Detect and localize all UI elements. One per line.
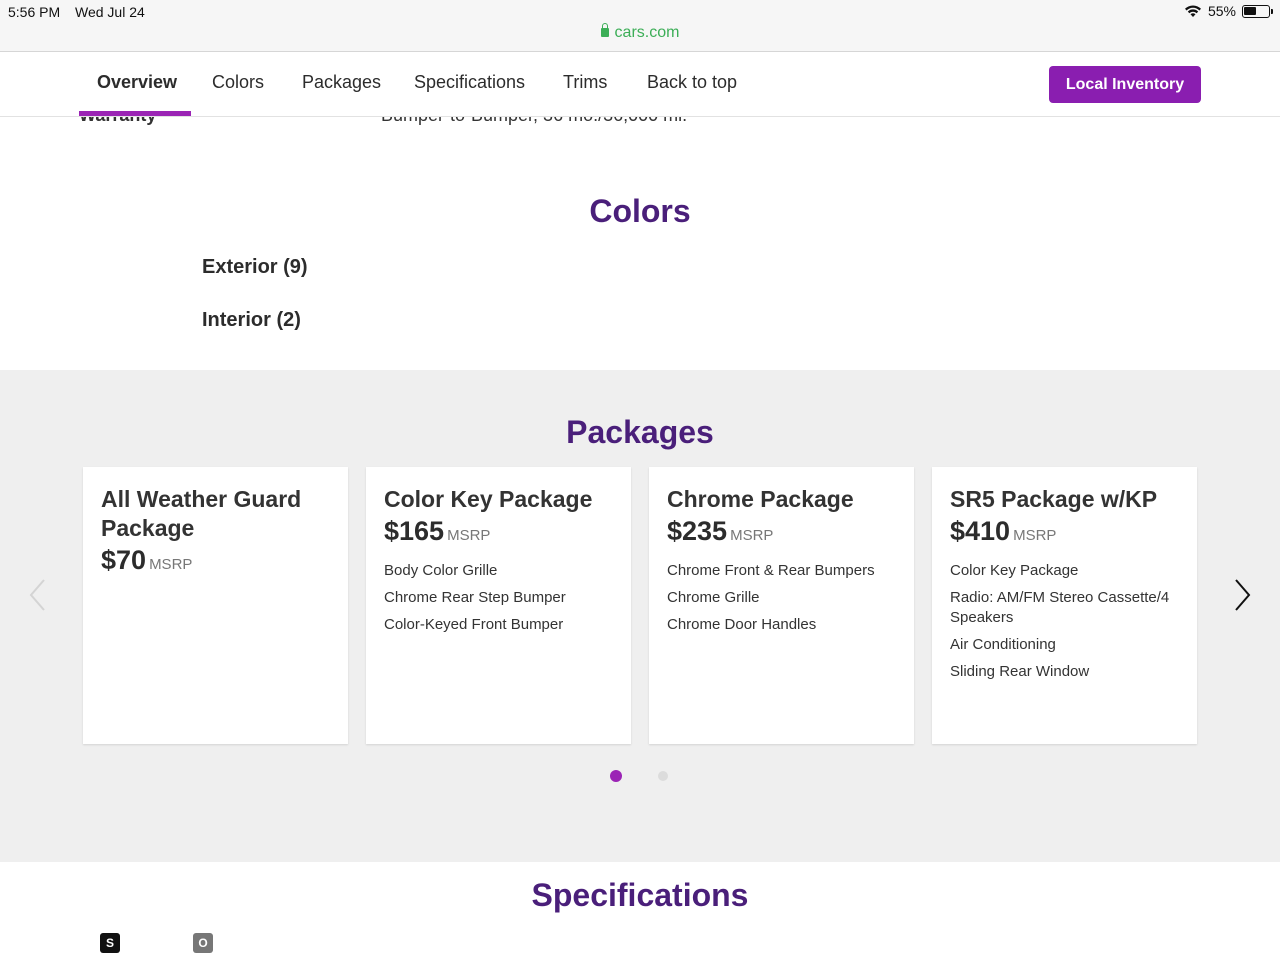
address-bar[interactable]: cars.com <box>0 23 1280 42</box>
package-name: All Weather Guard Package <box>101 486 302 541</box>
carousel-dot-active[interactable] <box>610 770 622 782</box>
package-feature: Chrome Door Handles <box>667 616 817 633</box>
msrp-label: MSRP <box>447 527 491 544</box>
tab-colors[interactable]: Colors <box>212 53 264 117</box>
package-price: $235 <box>667 516 728 546</box>
package-price-row: $410 MSRP <box>950 516 1179 547</box>
browser-status-bar: 5:56 PM Wed Jul 24 55% cars.com <box>0 0 1280 52</box>
status-date: Wed Jul 24 <box>75 4 145 20</box>
package-card[interactable]: Chrome Package $235 MSRP Chrome Front & R… <box>649 467 914 744</box>
msrp-label: MSRP <box>730 527 774 544</box>
package-feature: Sliding Rear Window <box>950 663 1090 680</box>
battery-icon <box>1242 4 1273 18</box>
package-feature: Body Color Grille <box>384 562 498 579</box>
section-nav: Overview Colors Packages Specifications … <box>0 53 1280 117</box>
package-price-row: $235 MSRP <box>667 516 896 547</box>
exterior-colors-toggle[interactable]: Exterior (9) <box>202 256 308 279</box>
local-inventory-button[interactable]: Local Inventory <box>1049 66 1201 103</box>
package-name: Color Key Package <box>384 486 593 512</box>
active-tab-indicator <box>79 111 191 116</box>
battery-percent: 55% <box>1207 3 1236 19</box>
package-feature: Air Conditioning <box>950 636 1056 653</box>
package-feature: Chrome Rear Step Bumper <box>384 589 566 606</box>
package-card[interactable]: SR5 Package w/KP $410 MSRP Color Key Pack… <box>932 467 1197 744</box>
chevron-right-icon[interactable] <box>1232 578 1252 612</box>
package-features: Chrome Front & Rear Bumpers Chrome Grill… <box>667 561 896 635</box>
package-feature: Chrome Grille <box>667 589 760 606</box>
package-card[interactable]: Color Key Package $165 MSRP Body Color Gr… <box>366 467 631 744</box>
tab-trims[interactable]: Trims <box>563 53 607 117</box>
address-url: cars.com <box>614 24 680 41</box>
package-card[interactable]: All Weather Guard Package $70 MSRP <box>83 467 348 744</box>
package-feature: Radio: AM/FM Stereo Cassette/4 Speakers <box>950 589 1170 626</box>
tab-back-to-top[interactable]: Back to top <box>647 53 737 117</box>
package-price: $410 <box>950 516 1011 546</box>
package-price: $165 <box>384 516 445 546</box>
optional-badge: O <box>193 933 213 953</box>
specifications-heading: Specifications <box>531 877 749 913</box>
package-feature: Chrome Front & Rear Bumpers <box>667 562 875 579</box>
tab-packages[interactable]: Packages <box>302 53 381 117</box>
packages-heading: Packages <box>566 414 714 450</box>
interior-colors-toggle[interactable]: Interior (2) <box>202 309 301 332</box>
lock-icon <box>600 23 609 37</box>
colors-heading: Colors <box>589 193 691 229</box>
package-name: SR5 Package w/KP <box>950 486 1158 512</box>
package-price: $70 <box>101 545 147 575</box>
tab-specifications[interactable]: Specifications <box>414 53 525 117</box>
package-feature: Color-Keyed Front Bumper <box>384 616 564 633</box>
package-features: Color Key Package Radio: AM/FM Stereo Ca… <box>950 561 1179 682</box>
msrp-label: MSRP <box>149 556 193 573</box>
status-indicators: 55% <box>1184 3 1273 19</box>
package-price-row: $165 MSRP <box>384 516 613 547</box>
package-features: Body Color Grille Chrome Rear Step Bumpe… <box>384 561 613 635</box>
chevron-left-icon[interactable] <box>28 578 48 612</box>
package-name: Chrome Package <box>667 486 854 512</box>
package-feature: Color Key Package <box>950 562 1079 579</box>
status-time: 5:56 PM <box>8 4 61 20</box>
standard-badge: S <box>100 933 120 953</box>
carousel-dot[interactable] <box>658 771 668 781</box>
msrp-label: MSRP <box>1013 527 1057 544</box>
wifi-icon <box>1184 5 1201 17</box>
tab-overview[interactable]: Overview <box>97 53 177 117</box>
package-price-row: $70 MSRP <box>101 545 330 576</box>
